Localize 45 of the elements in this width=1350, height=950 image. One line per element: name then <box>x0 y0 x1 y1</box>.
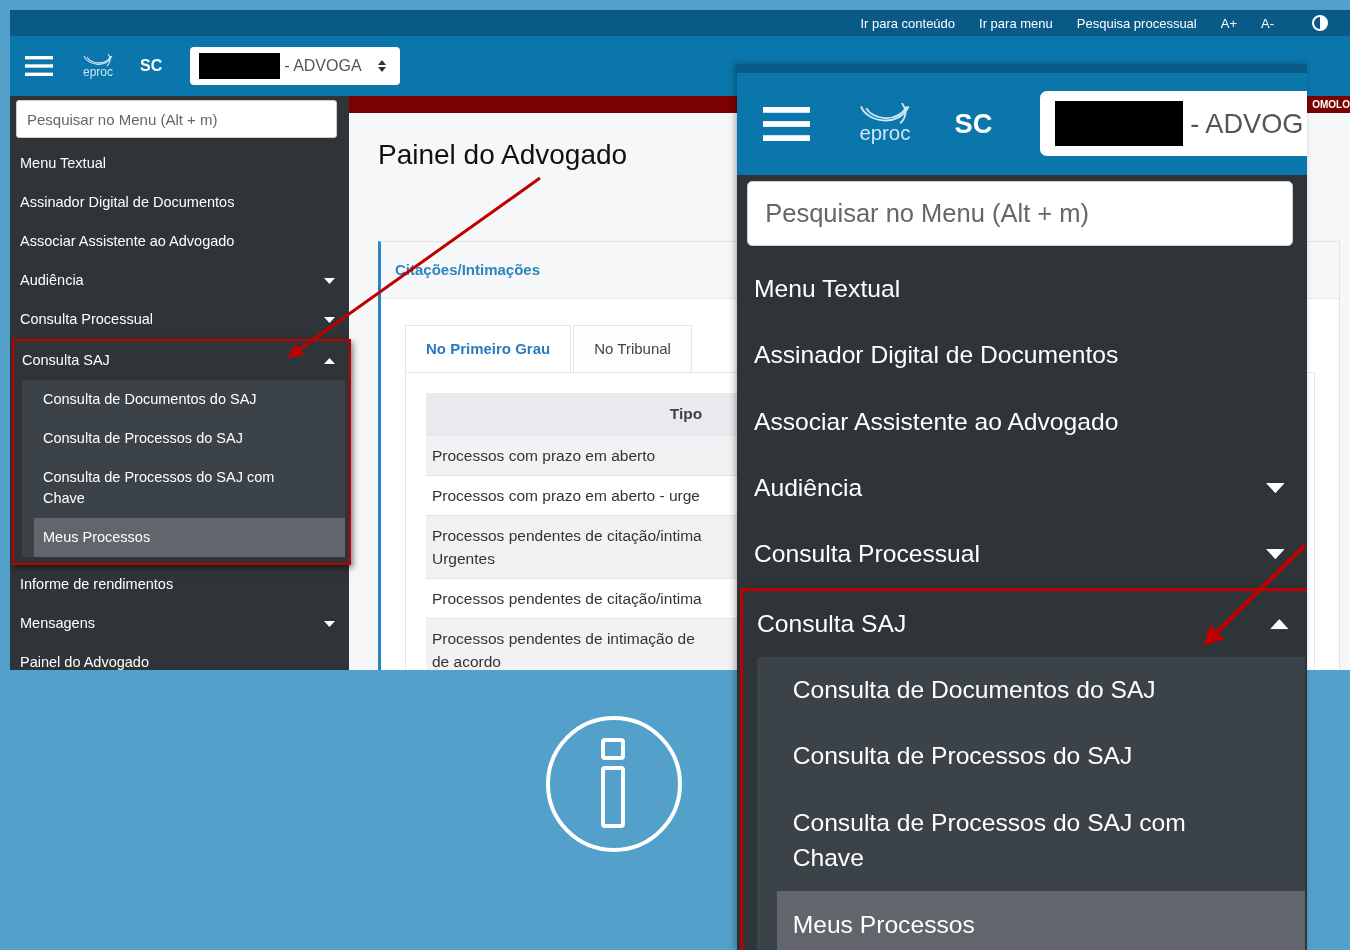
menu-group-toggle[interactable]: Audiência <box>10 261 349 300</box>
caret-icon <box>324 316 335 323</box>
top-link[interactable]: Ir para conteúdo <box>860 15 956 31</box>
caret-icon <box>1269 618 1289 629</box>
menu-icon[interactable] <box>762 106 811 141</box>
contrast-icon[interactable] <box>1312 15 1328 31</box>
submenu-item[interactable]: Consulta de Documentos do SAJ <box>757 656 1306 724</box>
menu-item[interactable]: Menu Textual <box>10 144 349 183</box>
menu-item[interactable]: Assinador Digital de Documentos <box>737 322 1307 389</box>
menu-item[interactable]: Assinador Digital de Documentos <box>10 183 349 222</box>
menu-icon[interactable] <box>25 56 53 76</box>
menu-group-toggle[interactable]: Mensagens <box>10 604 349 643</box>
menu-search-field[interactable]: Pesquisar no Menu (Alt + m) <box>16 100 337 138</box>
caret-icon <box>324 357 335 364</box>
top-link[interactable]: A+ <box>1220 15 1237 31</box>
profile-select[interactable]: - ADVOG <box>1039 91 1307 156</box>
page-title: Painel do Advogado <box>378 139 629 172</box>
top-link[interactable]: A- <box>1261 15 1274 31</box>
info-icon <box>544 714 684 854</box>
menu-item[interactable]: Painel do Advogado <box>10 643 349 670</box>
menu-group-toggle[interactable]: Consulta Processual <box>10 300 349 339</box>
logo-text: eproc <box>83 66 113 78</box>
tab[interactable]: No Tribunal <box>573 325 692 372</box>
submenu-item[interactable]: Meus Processos <box>34 518 345 557</box>
caret-icon <box>324 277 335 284</box>
submenu-item[interactable]: Consulta de Documentos do SAJ <box>22 380 345 419</box>
menu-group-toggle[interactable]: Consulta SAJ <box>12 341 349 380</box>
menu-item[interactable]: Associar Assistente ao Advogado <box>10 222 349 261</box>
state-label: SC <box>140 57 163 75</box>
logo-text: eproc <box>859 123 911 144</box>
profile-select[interactable]: - ADVOGA <box>190 47 400 85</box>
sort-caret-icon <box>377 60 386 72</box>
submenu-item[interactable]: Consulta de Processos do SAJ <box>757 723 1306 790</box>
submenu-item[interactable]: Consulta de Processos do SAJ <box>22 419 345 458</box>
tab[interactable]: No Primeiro Grau <box>405 325 572 372</box>
caret-icon <box>324 620 335 627</box>
caret-icon <box>1265 483 1285 494</box>
top-link[interactable]: Pesquisa processual <box>1076 15 1197 31</box>
top-link[interactable]: Ir para menu <box>979 15 1053 31</box>
caret-icon <box>1265 549 1285 560</box>
menu-search-field[interactable]: Pesquisar no Menu (Alt + m) <box>747 181 1293 246</box>
submenu-item[interactable]: Meus Processos <box>777 891 1306 950</box>
submenu-item[interactable]: Consulta de Processos do SAJ com Chave <box>757 789 1306 892</box>
menu-item[interactable]: Informe de rendimentos <box>10 565 349 604</box>
submenu-item[interactable]: Consulta de Processos do SAJ com Chave <box>22 458 345 518</box>
